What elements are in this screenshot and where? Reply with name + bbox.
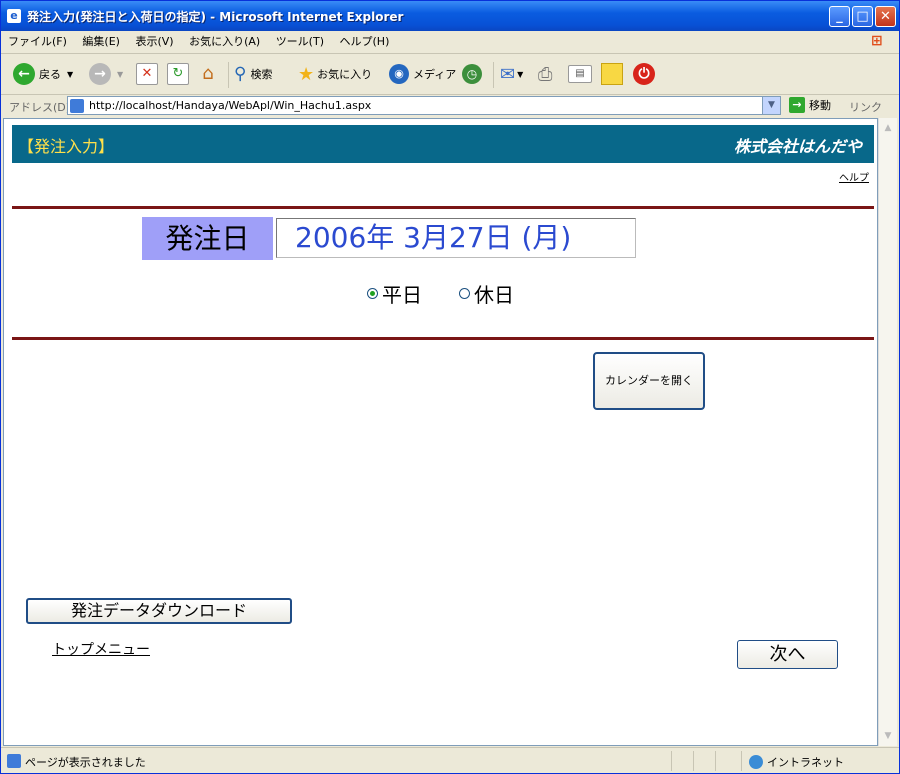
- menu-help[interactable]: ヘルプ(H): [335, 31, 395, 53]
- zone-label: イントラネット: [767, 756, 844, 769]
- note-icon: [601, 63, 623, 85]
- menu-tools[interactable]: ツール(T): [271, 31, 329, 53]
- chevron-down-icon: ▼: [67, 69, 74, 79]
- radio-weekday-label: 平日: [382, 283, 422, 307]
- mail-button[interactable]: ✉ ▼: [500, 60, 523, 88]
- security-zone: イントラネット: [749, 754, 844, 770]
- window-title: 発注入力(発注日と入荷日の指定) - Microsoft Internet Ex…: [27, 10, 404, 24]
- download-order-data-button[interactable]: 発注データダウンロード: [26, 598, 292, 624]
- discuss-button[interactable]: [601, 60, 623, 88]
- toolbar-separator: [493, 62, 494, 88]
- edit-icon: ▤: [568, 65, 592, 83]
- title-bar: e 発注入力(発注日と入荷日の指定) - Microsoft Internet …: [1, 1, 899, 31]
- intranet-globe-icon: [749, 755, 763, 769]
- address-input[interactable]: http://localhost/Handaya/WebApl/Win_Hach…: [67, 96, 781, 115]
- history-button[interactable]: ◷: [462, 60, 482, 88]
- favorites-label: お気に入り: [317, 68, 373, 81]
- address-bar: アドレス(D) http://localhost/Handaya/WebApl/…: [1, 95, 899, 117]
- go-button[interactable]: → 移動: [789, 97, 831, 113]
- menu-favorites[interactable]: お気に入り(A): [184, 31, 265, 53]
- order-date-field[interactable]: 2006年 3月27日 (月): [276, 218, 636, 258]
- star-icon: ★: [298, 63, 315, 85]
- status-cell: [715, 751, 716, 771]
- back-arrow-icon: ←: [13, 63, 35, 85]
- radio-holiday-circle[interactable]: [459, 288, 470, 299]
- menu-file[interactable]: ファイル(F): [3, 31, 72, 53]
- toolbar: ← 戻る ▼ → ▼ ✕ ↻ ⌂ ⚲ 検索 ★ お気に入り ◉ メディア ◷ ✉…: [1, 54, 899, 95]
- radio-weekday[interactable]: 平日: [367, 279, 422, 308]
- chevron-down-icon: ▼: [117, 69, 124, 79]
- stop-button[interactable]: ✕: [136, 60, 158, 88]
- back-button[interactable]: ← 戻る ▼: [13, 60, 73, 88]
- address-url[interactable]: http://localhost/Handaya/WebApl/Win_Hach…: [89, 99, 371, 112]
- next-button[interactable]: 次へ: [737, 640, 838, 669]
- page-done-icon: [7, 754, 21, 768]
- scroll-up-icon[interactable]: ▲: [880, 120, 896, 136]
- ie-icon: e: [7, 9, 21, 23]
- printer-icon: ⎙: [538, 63, 553, 85]
- search-button[interactable]: ⚲ 検索: [234, 60, 272, 88]
- minimize-button[interactable]: _: [829, 6, 850, 27]
- radio-weekday-circle[interactable]: [367, 288, 378, 299]
- status-text: ページが表示されました: [25, 756, 146, 769]
- status-cell: [741, 751, 742, 771]
- power-icon: ⏻: [633, 63, 655, 85]
- menu-bar: ファイル(F) 編集(E) 表示(V) お気に入り(A) ツール(T) ヘルプ(…: [1, 31, 899, 54]
- media-button[interactable]: ◉ メディア: [389, 60, 456, 88]
- messenger-button[interactable]: ⏻: [633, 60, 655, 88]
- status-cell: [671, 751, 672, 771]
- back-label: 戻る: [39, 68, 61, 81]
- links-button[interactable]: リンク: [849, 99, 882, 115]
- open-calendar-button[interactable]: カレンダーを開く: [593, 352, 705, 410]
- windows-logo-icon: ⊞: [871, 33, 883, 49]
- vertical-scrollbar[interactable]: ▲ ▼: [878, 118, 897, 746]
- history-icon: ◷: [462, 64, 482, 84]
- page-title: 【発注入力】: [18, 137, 115, 156]
- edit-button[interactable]: ▤: [568, 60, 592, 88]
- chevron-down-icon: ▼: [517, 69, 524, 79]
- home-icon: ⌂: [202, 63, 214, 84]
- stop-icon: ✕: [136, 63, 158, 85]
- close-button[interactable]: ✕: [875, 6, 896, 27]
- print-button[interactable]: ⎙: [538, 60, 552, 88]
- go-arrow-icon: →: [789, 97, 805, 113]
- maximize-button[interactable]: □: [852, 6, 873, 27]
- company-name: 株式会社はんだや: [733, 137, 862, 156]
- home-button[interactable]: ⌂: [198, 60, 218, 88]
- page-icon: [70, 99, 84, 113]
- order-date-label: 発注日: [142, 217, 273, 260]
- forward-arrow-icon: →: [89, 63, 111, 85]
- toolbar-separator: [228, 62, 229, 88]
- divider-top: [12, 206, 874, 209]
- header-banner: 【発注入力】 株式会社はんだや: [12, 125, 874, 163]
- media-icon: ◉: [389, 64, 409, 84]
- refresh-button[interactable]: ↻: [167, 60, 189, 88]
- search-icon: ⚲: [234, 64, 247, 84]
- page-content: 【発注入力】 株式会社はんだや ヘルプ 発注日 2006年 3月27日 (月) …: [3, 118, 878, 746]
- help-link[interactable]: ヘルプ: [839, 169, 869, 184]
- address-label: アドレス(D): [9, 101, 71, 114]
- browser-window: e 発注入力(発注日と入荷日の指定) - Microsoft Internet …: [0, 0, 900, 774]
- media-label: メディア: [413, 68, 457, 81]
- divider-bottom: [12, 337, 874, 340]
- go-label: 移動: [809, 99, 831, 112]
- scroll-down-icon[interactable]: ▼: [880, 728, 896, 744]
- menu-edit[interactable]: 編集(E): [77, 31, 125, 53]
- favorites-button[interactable]: ★ お気に入り: [298, 60, 372, 88]
- chevron-down-icon[interactable]: ▼: [762, 97, 780, 114]
- top-menu-link[interactable]: トップメニュー: [52, 639, 150, 659]
- radio-holiday-label: 休日: [474, 283, 514, 307]
- search-label: 検索: [250, 68, 273, 81]
- status-bar: ページが表示されました イントラネット: [1, 747, 899, 774]
- radio-holiday[interactable]: 休日: [459, 279, 514, 308]
- refresh-icon: ↻: [167, 63, 189, 85]
- mail-icon: ✉: [500, 63, 516, 85]
- forward-button[interactable]: → ▼: [89, 60, 123, 88]
- status-cell: [693, 751, 694, 771]
- menu-view[interactable]: 表示(V): [130, 31, 178, 53]
